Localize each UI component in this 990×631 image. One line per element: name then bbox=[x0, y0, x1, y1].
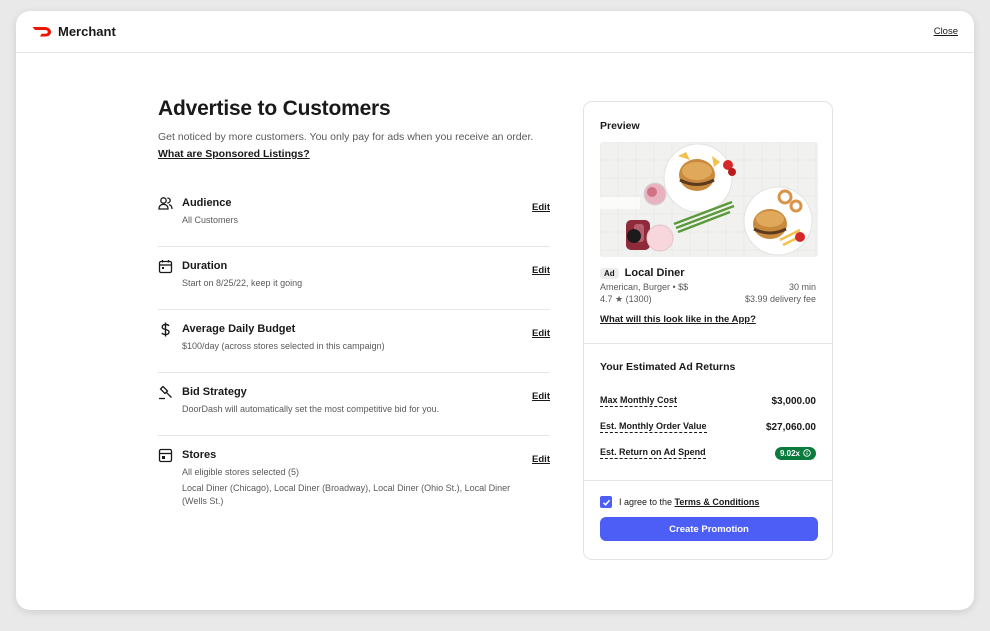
submit-section: I agree to the Terms & Conditions Create… bbox=[584, 496, 832, 541]
preview-title: Preview bbox=[600, 120, 640, 132]
selected-stores-list: Local Diner (Chicago), Local Diner (Broa… bbox=[182, 483, 511, 506]
page-title: Advertise to Customers bbox=[158, 97, 391, 120]
info-icon bbox=[803, 449, 811, 457]
delivery-fee: $3.99 delivery fee bbox=[744, 294, 816, 304]
settings-list: Audience All Customers Edit Duration Sta… bbox=[158, 184, 550, 520]
doordash-logo-icon bbox=[32, 26, 52, 37]
edit-duration-link[interactable]: Edit bbox=[532, 265, 550, 276]
check-icon bbox=[602, 499, 610, 506]
page-subtitle: Get noticed by more customers. You only … bbox=[158, 131, 534, 143]
roas-value: 9.02x bbox=[779, 448, 800, 458]
metric-row: Est. Monthly Order Value $27,060.00 bbox=[600, 421, 816, 433]
returns-title: Your Estimated Ad Returns bbox=[600, 361, 736, 373]
agree-prefix: I agree to the bbox=[619, 497, 675, 507]
setting-value: Start on 8/25/22, keep it going bbox=[182, 278, 303, 288]
terms-checkbox[interactable] bbox=[600, 496, 612, 508]
preview-card: Preview Ad Local Diner American, Burger … bbox=[583, 101, 833, 560]
app-preview-link[interactable]: What will this look like in the App? bbox=[600, 314, 756, 325]
app-window: Merchant Close Advertise to Customers Ge… bbox=[16, 11, 974, 610]
edit-audience-link[interactable]: Edit bbox=[532, 202, 550, 213]
metric-label[interactable]: Est. Monthly Order Value bbox=[600, 421, 707, 433]
store-row: Ad Local Diner bbox=[600, 267, 816, 279]
metric-label[interactable]: Max Monthly Cost bbox=[600, 395, 678, 407]
audience-icon bbox=[158, 196, 173, 211]
store-meta-row: American, Burger • $$ 30 min bbox=[600, 282, 816, 292]
setting-value: All eligible stores selected (5) bbox=[182, 467, 300, 477]
metric-row: Est. Return on Ad Spend 9.02x bbox=[600, 446, 816, 460]
gavel-icon bbox=[158, 385, 173, 400]
setting-label: Duration bbox=[182, 260, 228, 272]
setting-label: Bid Strategy bbox=[182, 386, 247, 398]
store-rating: 4.7 ★ (1300) bbox=[600, 294, 652, 304]
delivery-time: 30 min bbox=[788, 282, 816, 292]
setting-value: DoorDash will automatically set the most… bbox=[182, 404, 440, 414]
dollar-icon bbox=[158, 322, 173, 337]
setting-audience: Audience All Customers Edit bbox=[158, 184, 550, 247]
divider bbox=[584, 343, 832, 344]
terms-link[interactable]: Terms & Conditions bbox=[675, 497, 760, 507]
store-cuisine: American, Burger • $$ bbox=[600, 282, 689, 292]
close-link[interactable]: Close bbox=[934, 26, 958, 37]
brand-name: Merchant bbox=[58, 24, 116, 39]
preview-section: Preview Ad Local Diner American, Burger … bbox=[584, 120, 832, 343]
edit-bid-strategy-link[interactable]: Edit bbox=[532, 391, 550, 402]
food-image bbox=[600, 142, 818, 257]
top-bar: Merchant Close bbox=[16, 11, 974, 53]
setting-stores: Stores All eligible stores selected (5) … bbox=[158, 436, 550, 520]
setting-label: Audience bbox=[182, 197, 232, 209]
edit-budget-link[interactable]: Edit bbox=[532, 328, 550, 339]
setting-budget: Average Daily Budget $100/day (across st… bbox=[158, 310, 550, 373]
store-name: Local Diner bbox=[624, 267, 685, 279]
setting-duration: Duration Start on 8/25/22, keep it going… bbox=[158, 247, 550, 310]
metric-value: $3,000.00 bbox=[771, 395, 817, 407]
create-promotion-button[interactable]: Create Promotion bbox=[600, 517, 818, 541]
store-meta-row-2: 4.7 ★ (1300) $3.99 delivery fee bbox=[600, 294, 816, 305]
store-icon bbox=[158, 448, 173, 463]
sponsored-listings-link[interactable]: What are Sponsored Listings? bbox=[158, 148, 310, 160]
metric-value: $27,060.00 bbox=[765, 421, 816, 433]
setting-bid-strategy: Bid Strategy DoorDash will automatically… bbox=[158, 373, 550, 436]
brand: Merchant bbox=[32, 24, 116, 39]
metric-label[interactable]: Est. Return on Ad Spend bbox=[600, 447, 706, 459]
setting-label: Average Daily Budget bbox=[182, 323, 296, 335]
divider bbox=[584, 480, 832, 481]
ad-badge: Ad bbox=[600, 267, 619, 279]
terms-agreement: I agree to the Terms & Conditions bbox=[600, 496, 816, 508]
setting-label: Stores bbox=[182, 449, 217, 461]
edit-stores-link[interactable]: Edit bbox=[532, 454, 550, 465]
roas-badge[interactable]: 9.02x bbox=[774, 446, 816, 460]
terms-text: I agree to the Terms & Conditions bbox=[619, 497, 759, 507]
metric-row: Max Monthly Cost $3,000.00 bbox=[600, 395, 816, 407]
returns-section: Your Estimated Ad Returns Max Monthly Co… bbox=[584, 361, 832, 480]
setting-value: $100/day (across stores selected in this… bbox=[182, 341, 385, 351]
setting-value: All Customers bbox=[182, 215, 239, 225]
calendar-icon bbox=[158, 259, 173, 274]
campaign-settings-panel: Advertise to Customers Get noticed by mo… bbox=[158, 97, 550, 520]
